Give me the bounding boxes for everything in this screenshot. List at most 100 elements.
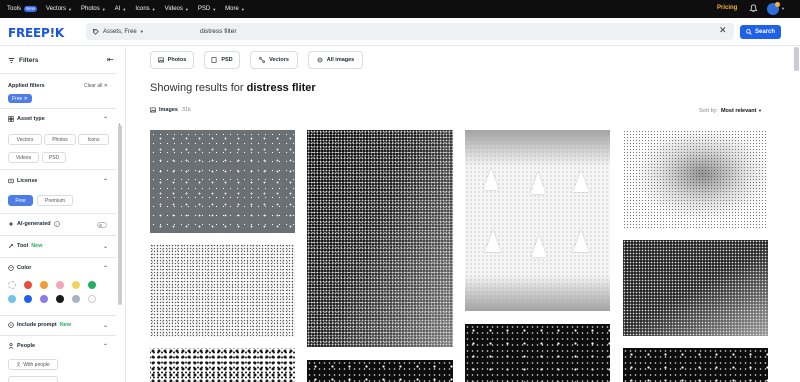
avatar[interactable] [767,2,780,15]
nav-ai[interactable]: AI ▼ [115,6,127,12]
color-swatch[interactable] [8,295,16,303]
all-images-icon [317,57,323,63]
new-badge: New [31,243,43,249]
color-section[interactable]: Color [8,265,31,271]
tab-all-images[interactable]: All images [308,51,363,69]
chevron-down-icon[interactable]: ▼ [781,6,785,11]
search-scope-dropdown[interactable]: Assets, Free ▼ [86,28,176,35]
divider [0,169,116,170]
asset-type-icon [8,116,14,122]
asset-type-photos[interactable]: Photos [44,134,76,145]
nav-more[interactable]: More ▼ [225,6,245,12]
chevron-down-icon: ▼ [151,6,156,12]
license-icon [8,178,14,184]
color-swatch[interactable] [40,281,48,289]
result-image[interactable] [465,130,610,311]
search-scope-label: Assets, Free [103,28,137,35]
search-button[interactable]: Search [740,25,781,39]
color-swatch[interactable] [40,295,48,303]
tab-photos[interactable]: Photos [150,51,194,69]
chevron-down-icon[interactable]: ⌄ [103,243,108,250]
nav-psd[interactable]: PSD ▼ [198,6,216,12]
divider [0,108,116,109]
filters-sidebar: Filters ⇤ Applied filters Clear all ✕ Fr… [0,47,126,382]
color-swatch[interactable] [56,295,64,303]
chevron-down-icon: ▼ [122,6,127,12]
result-image[interactable] [307,130,453,347]
applied-filter-chip[interactable]: Free ✕ [8,94,32,103]
asset-type-section[interactable]: Asset type [8,116,45,122]
tree-shape [531,235,547,257]
tab-psd[interactable]: PSD [204,51,240,69]
filter-icon [8,57,15,64]
vector-icon [259,57,265,63]
tab-all-images-label: All images [326,57,355,63]
chevron-up-icon[interactable]: ⌃ [103,265,108,272]
chevron-up-icon[interactable]: ⌃ [103,116,108,123]
top-nav: Tools New Vectors ▼ Photos ▼ AI ▼ Icons ▼ Vid… [0,6,254,12]
sort-label: Sort by: [699,108,718,114]
color-swatch-any[interactable] [8,281,16,289]
license-free[interactable]: Free [8,195,33,206]
license-premium[interactable]: Premium [37,195,73,206]
divider [0,213,116,214]
people-section[interactable]: People [8,343,35,349]
color-swatch[interactable] [24,295,32,303]
nav-icons[interactable]: Icons ▼ [135,6,155,12]
nav-vectors[interactable]: Vectors ▼ [46,6,72,12]
include-prompt-section[interactable]: Include prompt New [8,322,71,328]
people-title: People [17,343,36,349]
close-icon[interactable]: ✕ [719,25,727,36]
chevron-down-icon: ▼ [68,6,73,12]
color-swatch[interactable] [88,295,96,303]
tree-shape [485,230,501,252]
nav-photos[interactable]: Photos ▼ [81,6,106,12]
result-image[interactable] [465,324,610,382]
clear-all-button[interactable]: Clear all ✕ [84,83,108,89]
color-swatch[interactable] [56,281,64,289]
sidebar-scrollbar[interactable] [118,125,122,305]
nav-tools[interactable]: Tools New [7,6,38,12]
asset-type-videos[interactable]: Videos [8,152,39,163]
chevron-down-icon: ▼ [101,6,106,12]
license-section[interactable]: License [8,178,37,184]
color-swatch[interactable] [72,295,80,303]
color-title: Color [17,265,32,271]
chevron-down-icon: ▼ [184,6,189,12]
color-swatch[interactable] [88,281,96,289]
result-image[interactable] [307,360,453,382]
asset-type-vectors[interactable]: Vectors [8,134,42,145]
pricing-link[interactable]: Pricing [717,5,737,11]
people-option-partial[interactable] [8,376,58,382]
page-scrollbar[interactable] [794,47,799,71]
search-input[interactable]: distress filter [200,28,236,35]
asset-type-psd[interactable]: PSD [42,152,66,163]
color-swatch[interactable] [24,281,32,289]
bell-icon[interactable] [749,4,758,13]
ai-generated-section: AI-generated i [8,221,60,227]
tool-section[interactable]: Tool New [8,243,43,249]
result-image[interactable] [623,130,768,228]
collapse-sidebar-icon[interactable]: ⇤ [107,55,114,64]
color-swatch[interactable] [72,281,80,289]
result-image[interactable] [150,244,295,337]
asset-type-icons[interactable]: Icons [78,134,109,145]
logo[interactable]: FREEP!K [8,26,64,40]
people-with-people[interactable]: With people [8,359,58,370]
result-image[interactable] [150,348,295,382]
result-image[interactable] [150,130,295,233]
tab-vectors[interactable]: Vectors [250,51,298,69]
palette-icon [8,265,14,271]
chevron-up-icon[interactable]: ⌃ [103,343,108,350]
chevron-up-icon[interactable]: ⌃ [103,178,108,185]
result-image[interactable] [623,348,768,382]
nav-videos[interactable]: Videos ▼ [165,6,189,12]
ai-generated-toggle[interactable] [97,222,107,228]
chevron-down-icon[interactable]: ⌄ [103,322,108,329]
tree-shape [573,170,589,192]
image-icon [150,107,156,113]
info-icon[interactable]: i [53,221,60,227]
license-title: License [17,178,38,184]
sort-dropdown[interactable]: Sort by: Most relevant ▼ [699,108,762,114]
result-image[interactable] [623,240,768,336]
